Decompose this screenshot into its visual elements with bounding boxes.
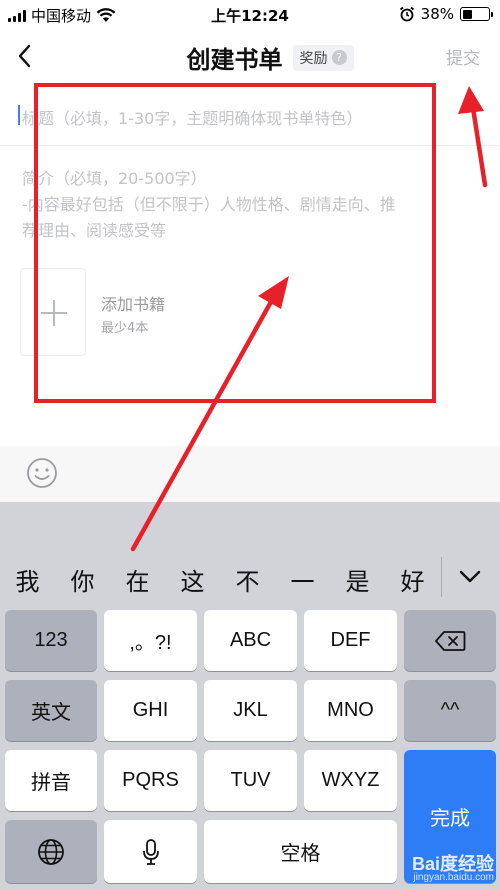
watermark-main: Bai度经验 xyxy=(411,854,494,874)
battery-fill xyxy=(462,9,472,19)
candidate-word[interactable]: 一 xyxy=(275,562,330,597)
key-abc[interactable]: ABC xyxy=(204,610,297,671)
reward-badge[interactable]: 奖励 ? xyxy=(292,44,354,71)
key-punctuation[interactable]: ,。?! xyxy=(104,610,197,671)
mic-key[interactable] xyxy=(104,820,197,883)
submit-button[interactable]: 提交 xyxy=(446,44,480,69)
emoji-icon[interactable] xyxy=(26,457,58,489)
chevron-down-icon[interactable] xyxy=(452,558,488,594)
candidate-word[interactable]: 好 xyxy=(385,562,440,597)
status-bar: 中国移动 上午12:24 38% xyxy=(0,0,500,28)
key-wxyz[interactable]: WXYZ xyxy=(304,750,397,811)
key-jkl[interactable]: JKL xyxy=(204,680,297,741)
candidate-word[interactable]: 在 xyxy=(110,562,165,597)
candidate-word[interactable]: 这 xyxy=(165,562,220,597)
key-tuv[interactable]: TUV xyxy=(204,750,297,811)
candidate-word[interactable]: 你 xyxy=(55,562,110,597)
globe-icon xyxy=(38,838,64,865)
key-def[interactable]: DEF xyxy=(304,610,397,671)
backspace-icon xyxy=(435,630,466,651)
key-ghi[interactable]: GHI xyxy=(104,680,197,741)
key-pinyin[interactable]: 拼音 xyxy=(5,750,97,811)
key-pqrs[interactable]: PQRS xyxy=(104,750,197,811)
status-right: 38% xyxy=(399,5,493,23)
watermark-sub: jingyan.baidu.com xyxy=(413,872,494,883)
nav-title-group: 创建书单 奖励 ? xyxy=(0,40,500,75)
alarm-icon xyxy=(399,6,414,22)
candidate-word[interactable]: 是 xyxy=(330,562,385,597)
annotation-box xyxy=(34,83,436,403)
keyboard: 我 你 在 这 不 一 是 好 123 ,。?! ABC DEF 英文 GHI … xyxy=(0,502,500,889)
editor-toolbar xyxy=(0,446,500,502)
battery-percent: 38% xyxy=(420,5,454,23)
help-icon: ? xyxy=(331,50,347,65)
watermark: Bai度经验 jingyan.baidu.com xyxy=(411,854,494,885)
key-mno[interactable]: MNO xyxy=(304,680,397,741)
battery-icon xyxy=(460,7,493,21)
candidate-bar: 我 你 在 这 不 一 是 好 xyxy=(0,502,500,600)
candidate-word[interactable]: 不 xyxy=(220,562,275,597)
text-cursor xyxy=(18,105,20,125)
space-key[interactable]: 空格 xyxy=(204,820,397,883)
globe-key[interactable] xyxy=(5,820,97,883)
candidate-row: 我 你 在 这 不 一 是 好 xyxy=(0,562,440,597)
key-emoticon[interactable]: ^^ xyxy=(404,680,496,741)
page-title: 创建书单 xyxy=(186,45,283,74)
candidate-divider xyxy=(441,557,442,597)
backspace-key[interactable] xyxy=(404,610,496,671)
reward-label: 奖励 xyxy=(299,50,328,67)
nav-bar: 创建书单 奖励 ? 提交 xyxy=(0,28,500,84)
mic-icon xyxy=(142,838,159,865)
key-123[interactable]: 123 xyxy=(5,610,97,671)
key-english[interactable]: 英文 xyxy=(5,680,97,741)
candidate-word[interactable]: 我 xyxy=(0,562,55,597)
